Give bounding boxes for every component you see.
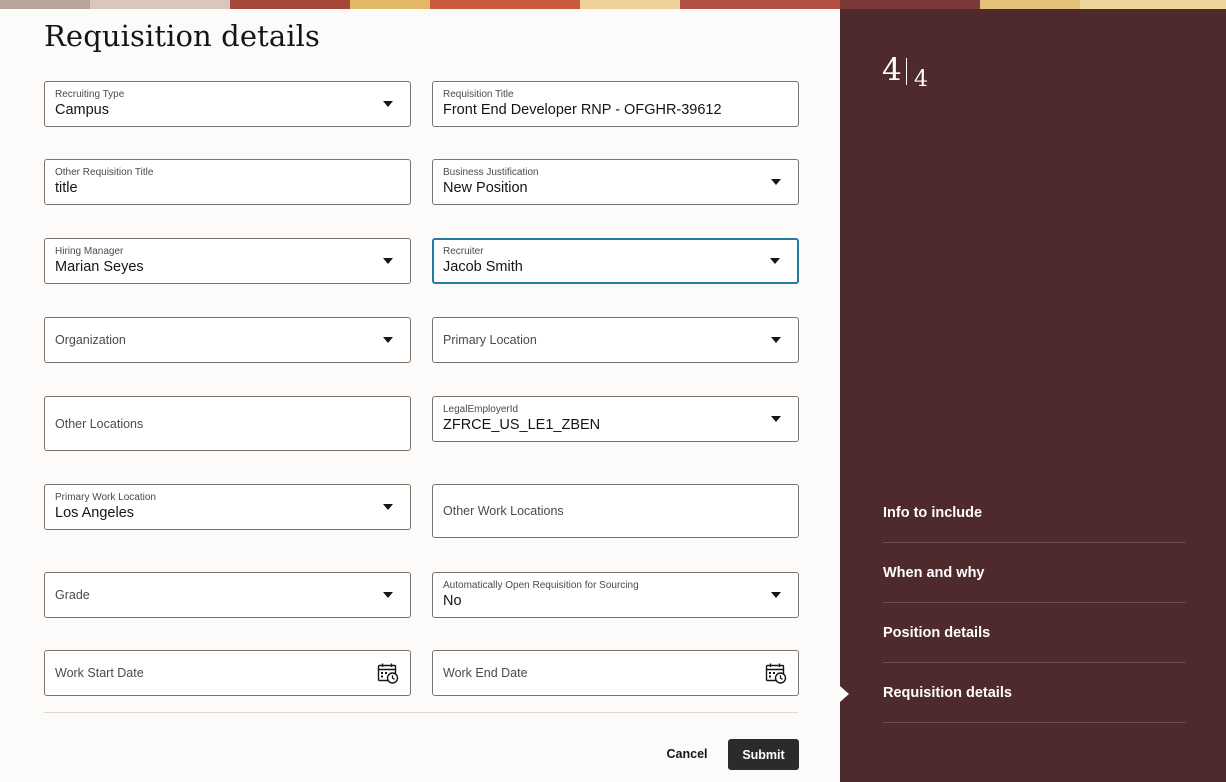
- field-value: title: [55, 180, 78, 196]
- requisition-title-input[interactable]: Requisition Title Front End Developer RN…: [432, 81, 799, 127]
- field-label: Automatically Open Requisition for Sourc…: [443, 580, 639, 591]
- other-work-locations-input[interactable]: Other Work Locations: [432, 484, 799, 538]
- legal-employer-select[interactable]: LegalEmployerId ZFRCE_US_LE1_ZBEN: [432, 396, 799, 442]
- field-label: Other Locations: [55, 416, 144, 431]
- caret-down-icon[interactable]: [771, 179, 781, 185]
- current-step-marker: [840, 686, 849, 702]
- page-title: Requisition details: [44, 19, 320, 53]
- step-requisition-details[interactable]: Requisition details: [883, 663, 1186, 723]
- caret-down-icon[interactable]: [383, 337, 393, 343]
- field-value: ZFRCE_US_LE1_ZBEN: [443, 417, 601, 433]
- field-label: Recruiter: [443, 246, 484, 257]
- caret-down-icon[interactable]: [771, 337, 781, 343]
- cancel-button[interactable]: Cancel: [658, 739, 716, 769]
- step-total: 4: [914, 67, 928, 92]
- step-navigation: Info to include When and why Position de…: [883, 483, 1186, 723]
- field-label: LegalEmployerId: [443, 404, 519, 415]
- grade-select[interactable]: Grade: [44, 572, 411, 618]
- field-label: Requisition Title: [443, 89, 514, 100]
- field-value: Front End Developer RNP - OFGHR-39612: [443, 102, 722, 118]
- submit-button[interactable]: Submit: [728, 739, 799, 770]
- field-value: No: [443, 593, 462, 609]
- recruiting-type-select[interactable]: Recruiting Type Campus: [44, 81, 411, 127]
- field-label: Business Justification: [443, 167, 539, 178]
- hiring-manager-select[interactable]: Hiring Manager Marian Seyes: [44, 238, 411, 284]
- business-justification-select[interactable]: Business Justification New Position: [432, 159, 799, 205]
- field-value: Campus: [55, 102, 109, 118]
- other-locations-input[interactable]: Other Locations: [44, 396, 411, 451]
- step-info-to-include[interactable]: Info to include: [883, 483, 1186, 543]
- recruiter-select[interactable]: Recruiter Jacob Smith: [432, 238, 799, 284]
- field-label: Organization: [55, 333, 126, 347]
- auto-open-requisition-select[interactable]: Automatically Open Requisition for Sourc…: [432, 572, 799, 618]
- field-label: Work Start Date: [55, 666, 144, 680]
- other-requisition-title-input[interactable]: Other Requisition Title title: [44, 159, 411, 205]
- caret-down-icon[interactable]: [771, 592, 781, 598]
- field-label: Grade: [55, 588, 90, 602]
- step-when-and-why[interactable]: When and why: [883, 543, 1186, 603]
- field-label: Hiring Manager: [55, 246, 124, 257]
- field-value: Los Angeles: [55, 505, 135, 521]
- caret-down-icon[interactable]: [383, 258, 393, 264]
- caret-down-icon[interactable]: [383, 504, 393, 510]
- step-separator: [906, 58, 907, 85]
- caret-down-icon[interactable]: [383, 592, 393, 598]
- caret-down-icon[interactable]: [770, 258, 780, 264]
- form-divider: [44, 712, 798, 713]
- work-start-date-input[interactable]: Work Start Date: [44, 650, 411, 696]
- step-position-details[interactable]: Position details: [883, 603, 1186, 663]
- field-value: New Position: [443, 180, 528, 196]
- organization-select[interactable]: Organization: [44, 317, 411, 363]
- calendar-icon[interactable]: [377, 662, 399, 684]
- field-label: Recruiting Type: [55, 89, 125, 100]
- step-current: 4: [882, 52, 902, 88]
- field-value: Marian Seyes: [55, 259, 144, 275]
- field-label: Work End Date: [443, 666, 528, 680]
- calendar-icon[interactable]: [765, 662, 787, 684]
- primary-work-location-select[interactable]: Primary Work Location Los Angeles: [44, 484, 411, 530]
- field-label: Primary Work Location: [55, 492, 156, 503]
- caret-down-icon[interactable]: [383, 101, 393, 107]
- field-value: Jacob Smith: [443, 259, 523, 275]
- field-label: Other Requisition Title: [55, 167, 154, 178]
- field-label: Other Work Locations: [443, 504, 564, 518]
- guided-process-panel: 4 4 Info to include When and why Positio…: [840, 9, 1226, 782]
- primary-location-select[interactable]: Primary Location: [432, 317, 799, 363]
- field-label: Primary Location: [443, 333, 537, 347]
- decorative-header-band: [0, 0, 1226, 9]
- work-end-date-input[interactable]: Work End Date: [432, 650, 799, 696]
- caret-down-icon[interactable]: [771, 416, 781, 422]
